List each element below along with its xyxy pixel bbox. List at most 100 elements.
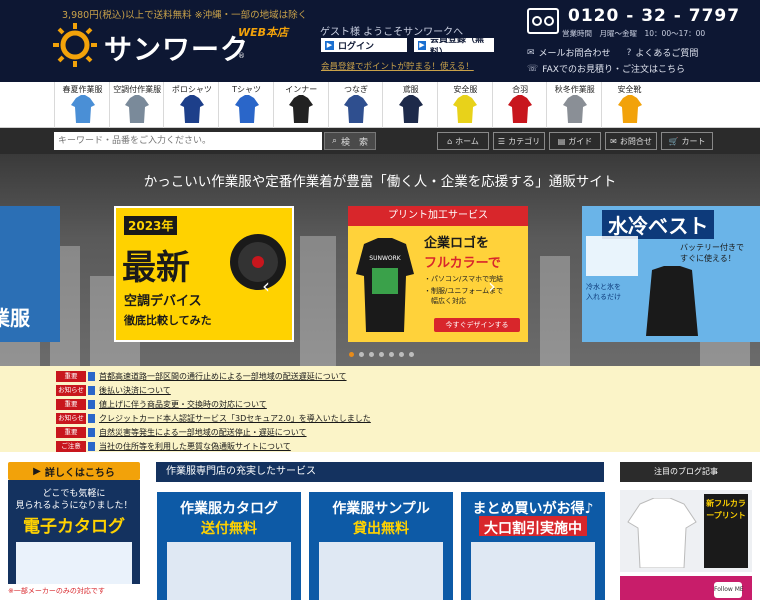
free-shipping-promo: 3,980円(税込)以上で送料無料 ※沖縄・一部の地域は除く (62, 10, 308, 21)
phone-number[interactable]: 0120 - 32 - 7797 (568, 6, 740, 26)
slide-vest-title: 水冷ベスト (602, 210, 715, 239)
garment-icon (179, 95, 204, 123)
news-badge: 重要 (56, 371, 86, 383)
category-item[interactable]: ポロシャツ (163, 82, 219, 128)
slide-print-line-2: フルカラーで (424, 256, 501, 271)
search-input[interactable] (54, 132, 322, 150)
ecatalog-details-button[interactable]: ▶ 詳しくはこちら (8, 462, 140, 480)
category-item[interactable]: 合羽 (491, 82, 548, 128)
carousel-slide-1[interactable]: 業服 (0, 206, 60, 342)
document-icon (88, 372, 95, 382)
garment-icon (617, 95, 642, 123)
carousel-dot[interactable] (399, 352, 404, 357)
carousel-next-arrow[interactable]: › (488, 274, 496, 298)
hero-tagline: かっこいい作業服や定番作業着が豊富「働く人・企業を応援する」通販サイト (143, 174, 617, 190)
category-label: Tシャツ (232, 85, 262, 94)
garment-icon (70, 95, 95, 123)
carousel-dot[interactable] (379, 352, 384, 357)
nav-button[interactable]: ☰ カテゴリ (493, 132, 545, 150)
news-list: 重要 首都高速道路一部区間の通行止めによる一部地域の配送遅延についてお知らせ 後払い… (56, 370, 371, 454)
fan-device-icon (230, 234, 286, 290)
carousel-prev-arrow[interactable]: ‹ (262, 274, 270, 298)
carousel-dot[interactable] (369, 352, 374, 357)
carousel-dot[interactable] (409, 352, 414, 357)
login-button[interactable]: ▶ ログイン (321, 38, 407, 52)
news-link[interactable]: 後払い決済について (99, 385, 171, 396)
category-item[interactable]: インナー (272, 82, 329, 128)
category-label: 安全服 (453, 85, 478, 94)
category-label: つなぎ (344, 85, 368, 94)
mail-icon: ✉ (610, 136, 617, 146)
nav-button[interactable]: 🛒 カート (661, 132, 713, 150)
news-item[interactable]: 重要 首都高速道路一部区間の通行止めによる一部地域の配送遅延について (56, 370, 371, 384)
question-icon: ? (626, 47, 632, 58)
member-points-link[interactable]: 会員登録でポイントが貯まる！使える！ (321, 60, 474, 72)
service-card-catalog[interactable]: 作業服カタログ 送付無料 (157, 492, 301, 600)
category-item[interactable]: Tシャツ (218, 82, 274, 128)
list-icon: ☰ (497, 136, 506, 146)
guide-icon: ▤ (557, 136, 566, 146)
sun-logo-icon (53, 23, 97, 67)
service-subtitle: 貸出無料 (353, 521, 409, 537)
login-label: ログイン (338, 41, 375, 52)
news-item[interactable]: お知らせ 後払い決済について (56, 384, 371, 398)
news-link[interactable]: 自然災害等発生による一部地域の配送停止・遅延について (99, 427, 307, 438)
nav-button[interactable]: ▤ ガイド (549, 132, 601, 150)
category-item[interactable]: 安全服 (436, 82, 493, 128)
document-icon (88, 442, 95, 452)
category-item[interactable]: 秋冬作業服 (546, 82, 602, 128)
faq-link[interactable]: ? よくあるご質問 (626, 46, 699, 60)
garment-icon (508, 95, 533, 123)
ecatalog-banner[interactable]: どこでも気軽に 見られるようになりました！ 電子カタログ (8, 480, 140, 584)
carousel-dots (349, 352, 414, 357)
news-link[interactable]: 首都高速道路一部区間の通行止めによる一部地域の配送遅延について (99, 371, 347, 382)
slide-vest-side-panel (586, 236, 638, 276)
fax-order-link[interactable]: ☏ FAXでのお見積り・ご注文はこちら (527, 62, 685, 76)
carousel-slide-print-service[interactable]: プリント加工サービス SUNWORK 企業ロゴを フルカラーで ・パソコン/スマ… (348, 206, 528, 342)
jacket-image: SUNWORK (356, 238, 414, 332)
service-card-sample[interactable]: 作業服サンプル 貸出無料 (309, 492, 453, 600)
news-link[interactable]: 当社の住所等を利用した悪質な偽通販サイトについて (99, 441, 291, 452)
news-link[interactable]: クレジットカード本人認証サービス「3Dセキュア2.0」を導入いたしました (99, 413, 371, 424)
carousel-dot[interactable] (359, 352, 364, 357)
ecatalog-line-2: 見られるようになりました！ (15, 501, 133, 511)
service-subtitle: 大口割引実施中 (484, 521, 582, 537)
nav-button[interactable]: ✉ お問合せ (605, 132, 657, 150)
service-image (319, 542, 443, 600)
service-card-bulk-discount[interactable]: まとめ買いがお得♪ 大口割引実施中 (461, 492, 605, 600)
category-item[interactable]: 安全靴 (601, 82, 657, 128)
news-item[interactable]: 重要 自然災害等発生による一部地域の配送停止・遅延について (56, 426, 371, 440)
carousel-dot[interactable] (389, 352, 394, 357)
news-item[interactable]: お知らせ クレジットカード本人認証サービス「3Dセキュア2.0」を導入いたしました (56, 412, 371, 426)
bottom-section: ▶ 詳しくはこちら どこでも気軽に 見られるようになりました！ 電子カタログ ※… (0, 452, 760, 600)
site-logo[interactable]: サンワーク WEB本店 ® (52, 22, 288, 68)
carousel-dot[interactable] (349, 352, 354, 357)
category-item[interactable]: つなぎ (327, 82, 384, 128)
news-item[interactable]: 重要 値上げに伴う商品変更・交換時の対応について (56, 398, 371, 412)
carousel-slide-water-cooling-vest[interactable]: 水冷ベスト 冷水と氷を入れるだけ バッテリー付きですぐに使える！ (582, 206, 760, 342)
design-now-button[interactable]: 今すぐデザインする (434, 318, 520, 332)
document-icon (88, 428, 95, 438)
business-hours: 営業時間 月曜〜金曜 10：00〜17：00 (562, 29, 706, 38)
register-button[interactable]: ▶ 会員登録（無料） (414, 35, 494, 58)
category-item[interactable]: 空調付作業服 (108, 82, 165, 128)
search-button[interactable]: ⌕ 検 索 (324, 132, 376, 150)
ecatalog-note: ※一部メーカーのみの対応です (8, 587, 105, 595)
mail-icon: ✉ (527, 47, 535, 58)
blog-instagram-banner[interactable]: Follow ME (620, 576, 752, 600)
service-title: 作業服カタログ (180, 501, 278, 517)
news-badge: お知らせ (56, 385, 86, 397)
category-item[interactable]: 鳶服 (382, 82, 438, 128)
register-label: 会員登録（無料） (430, 35, 485, 58)
ecatalog-title: 電子カタログ (23, 517, 125, 537)
nav-button[interactable]: ⌂ ホーム (437, 132, 489, 150)
service-image (471, 542, 595, 600)
mail-inquiry-link[interactable]: ✉ メールお問合わせ (527, 46, 611, 60)
garment-icon (344, 95, 368, 123)
blog-article-fullcolor-print[interactable]: 新フルカラープリント (620, 490, 752, 572)
blog-header: 注目のブログ記事 (620, 462, 752, 482)
hero-carousel: かっこいい作業服や定番作業着が豊富「働く人・企業を応援する」通販サイト 業服 2… (0, 154, 760, 366)
slide-print-line-1: 企業ロゴを (424, 236, 490, 251)
category-item[interactable]: 春夏作業服 (54, 82, 110, 128)
news-link[interactable]: 値上げに伴う商品変更・交換時の対応について (99, 399, 267, 410)
